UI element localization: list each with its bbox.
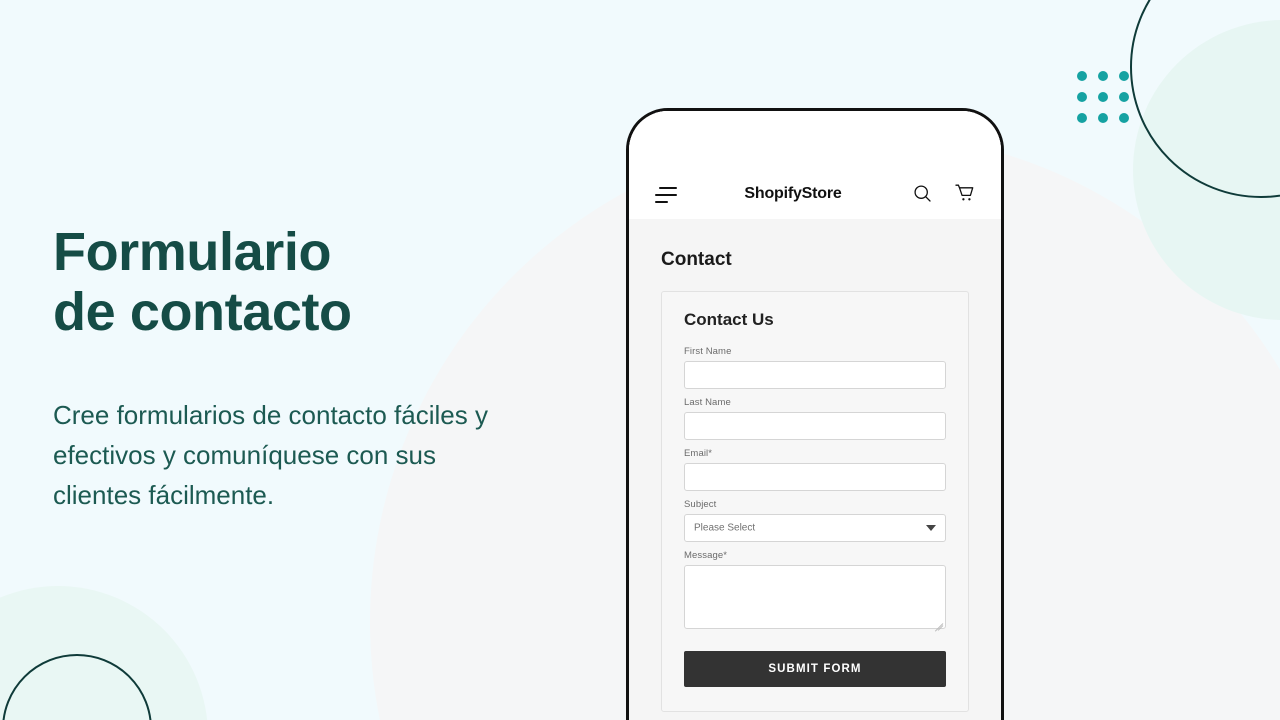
subject-select-box[interactable] — [684, 514, 946, 542]
contact-form-card: Contact Us First Name Last Name Email* S… — [661, 291, 969, 712]
form-title: Contact Us — [684, 310, 774, 329]
search-icon[interactable] — [913, 184, 932, 203]
email-input[interactable] — [684, 463, 946, 491]
grid-dot — [1119, 92, 1129, 102]
submit-form-button[interactable]: SUBMIT FORM — [684, 651, 946, 687]
grid-dot — [1098, 113, 1108, 123]
grid-dot — [1119, 113, 1129, 123]
field-email: Email* — [684, 448, 946, 491]
store-top-bar: ShopifyStore — [629, 111, 1001, 219]
last-name-input[interactable] — [684, 412, 946, 440]
message-label: Message* — [684, 550, 728, 561]
grid-dot — [1119, 71, 1129, 81]
grid-dot — [1098, 71, 1108, 81]
top-bar-icons — [913, 183, 975, 203]
field-last-name: Last Name — [684, 397, 946, 440]
page-headline: Formulario de contacto — [53, 222, 352, 343]
dot-grid-icon — [1077, 71, 1129, 123]
first-name-input[interactable] — [684, 361, 946, 389]
menu-line — [655, 201, 668, 203]
first-name-label: First Name — [684, 346, 732, 357]
page-subcopy: Cree formularios de contacto fáciles y e… — [53, 399, 488, 510]
email-label: Email* — [684, 448, 713, 459]
page-title: Contact — [661, 249, 732, 270]
store-name: ShopifyStore — [744, 185, 842, 202]
last-name-label: Last Name — [684, 397, 731, 408]
field-message: Message* — [684, 550, 946, 632]
grid-dot — [1077, 113, 1087, 123]
shopping-cart-icon[interactable] — [954, 183, 975, 203]
subject-label: Subject — [684, 499, 717, 510]
phone-screen: ShopifyStore Contact Contact Us First Na… — [629, 111, 1001, 720]
grid-dot — [1098, 92, 1108, 102]
outline-ring-bottom-left — [2, 654, 152, 720]
mint-circle-top-right — [1133, 20, 1280, 320]
promo-copy: Formulario de contacto Cree formularios … — [53, 222, 633, 515]
store-page-body: Contact Contact Us First Name Last Name … — [629, 219, 1001, 720]
field-first-name: First Name — [684, 346, 946, 389]
message-textarea-wrap — [684, 565, 946, 632]
phone-mockup: ShopifyStore Contact Contact Us First Na… — [626, 108, 1004, 720]
subject-select[interactable]: Please Select — [684, 514, 946, 542]
message-textarea[interactable] — [684, 565, 946, 629]
outline-ring-top-right — [1130, 0, 1280, 198]
mint-circle-bottom-left — [0, 586, 208, 720]
grid-dot — [1077, 71, 1087, 81]
field-subject: Subject Please Select — [684, 499, 946, 542]
grid-dot — [1077, 92, 1087, 102]
